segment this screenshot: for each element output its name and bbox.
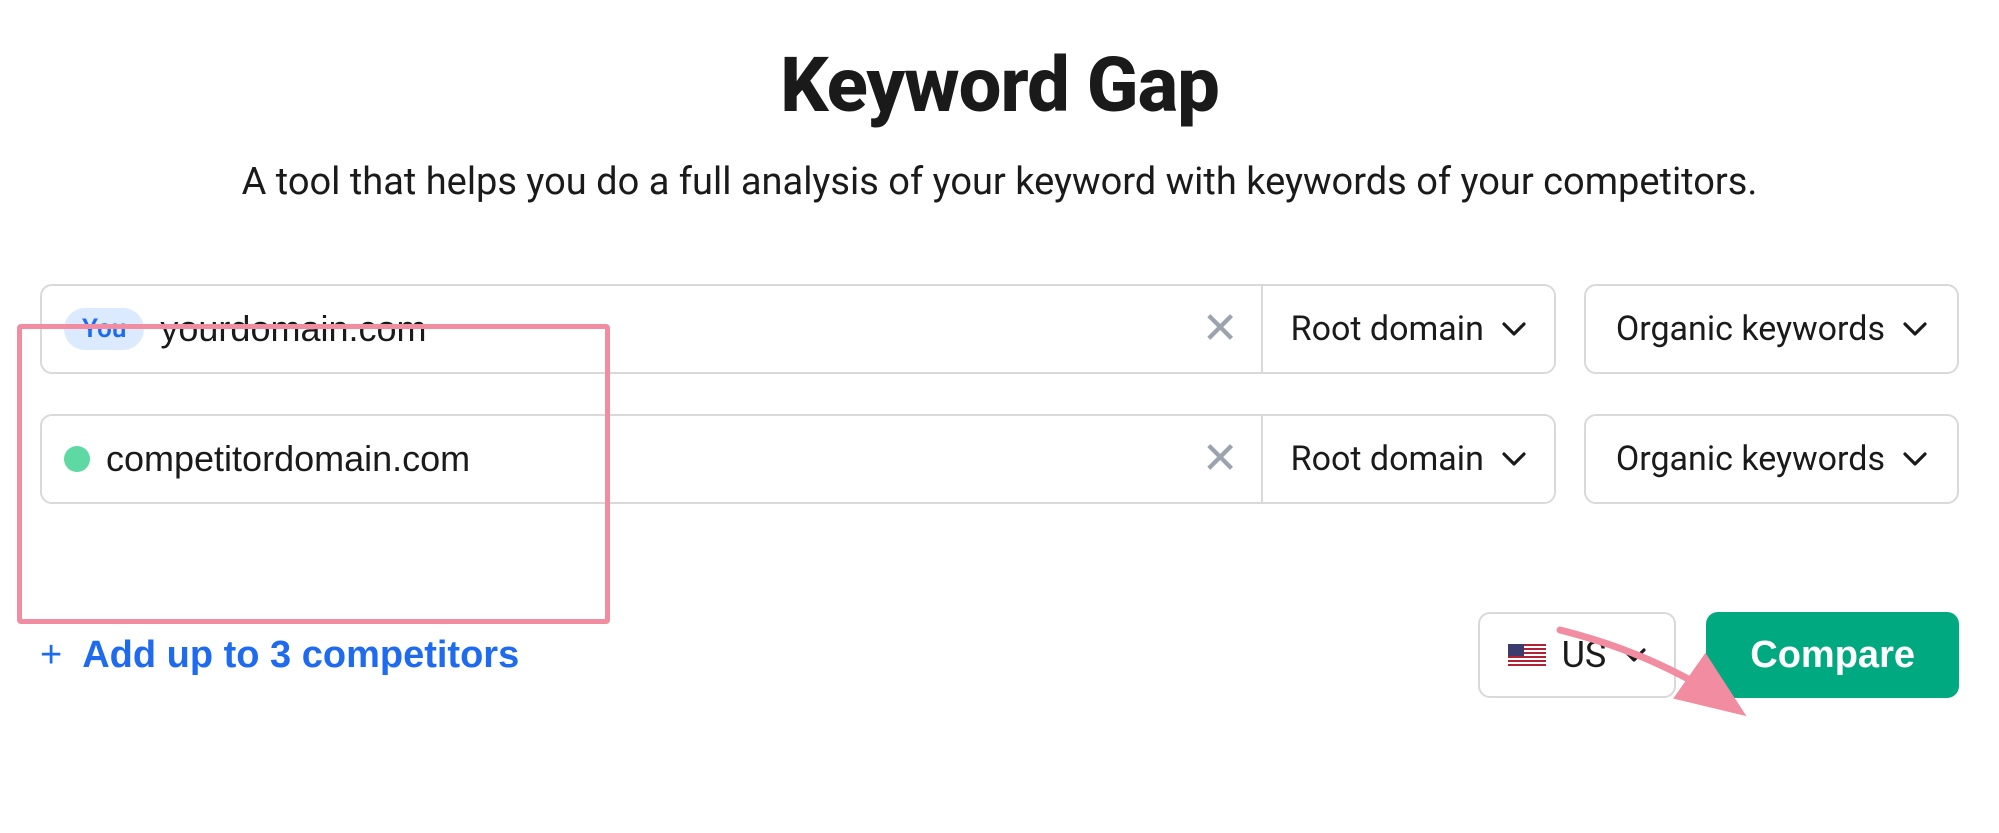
domain-input-wrap: You bbox=[42, 286, 1180, 372]
scope-label: Root domain bbox=[1291, 309, 1484, 349]
keyword-type-label: Organic keywords bbox=[1616, 309, 1885, 349]
clear-your-domain-button[interactable]: ✕ bbox=[1180, 286, 1261, 372]
domain-row-competitor: ✕ Root domain Organic keywords bbox=[40, 414, 1959, 504]
add-competitors-button[interactable]: + Add up to 3 competitors bbox=[40, 634, 519, 677]
compare-button[interactable]: Compare bbox=[1706, 612, 1959, 698]
chevron-down-icon bbox=[1903, 322, 1927, 336]
chevron-down-icon bbox=[1622, 648, 1646, 662]
competitor-keyword-type-select[interactable]: Organic keywords bbox=[1584, 414, 1959, 504]
add-competitors-label: Add up to 3 competitors bbox=[82, 634, 519, 677]
your-keyword-type-select[interactable]: Organic keywords bbox=[1584, 284, 1959, 374]
chevron-down-icon bbox=[1502, 322, 1526, 336]
you-badge: You bbox=[64, 308, 144, 350]
close-icon: ✕ bbox=[1202, 434, 1239, 483]
domain-input-wrap bbox=[42, 416, 1180, 502]
country-select[interactable]: US bbox=[1478, 612, 1677, 698]
chevron-down-icon bbox=[1903, 452, 1927, 466]
chevron-down-icon bbox=[1502, 452, 1526, 466]
close-icon: ✕ bbox=[1202, 304, 1239, 353]
your-domain-scope-select[interactable]: Root domain bbox=[1261, 286, 1554, 372]
domain-input-group-competitor: ✕ Root domain bbox=[40, 414, 1556, 504]
competitor-domain-input[interactable] bbox=[106, 438, 1158, 480]
page-subtitle: A tool that helps you do a full analysis… bbox=[40, 160, 1959, 204]
scope-label: Root domain bbox=[1291, 439, 1484, 479]
competitor-dot-icon bbox=[64, 446, 90, 472]
right-controls: US Compare bbox=[1478, 612, 1959, 698]
plus-icon: + bbox=[40, 634, 62, 677]
country-label: US bbox=[1562, 634, 1607, 676]
flag-us-icon bbox=[1508, 644, 1546, 666]
clear-competitor-domain-button[interactable]: ✕ bbox=[1180, 416, 1261, 502]
form-area: You ✕ Root domain Organic keywords bbox=[40, 284, 1959, 504]
domain-row-you: You ✕ Root domain Organic keywords bbox=[40, 284, 1959, 374]
keyword-type-label: Organic keywords bbox=[1616, 439, 1885, 479]
bottom-row: + Add up to 3 competitors US bbox=[40, 612, 1959, 698]
page-title: Keyword Gap bbox=[40, 40, 1959, 130]
domain-input-group-you: You ✕ Root domain bbox=[40, 284, 1556, 374]
competitor-domain-scope-select[interactable]: Root domain bbox=[1261, 416, 1554, 502]
your-domain-input[interactable] bbox=[160, 308, 1157, 350]
